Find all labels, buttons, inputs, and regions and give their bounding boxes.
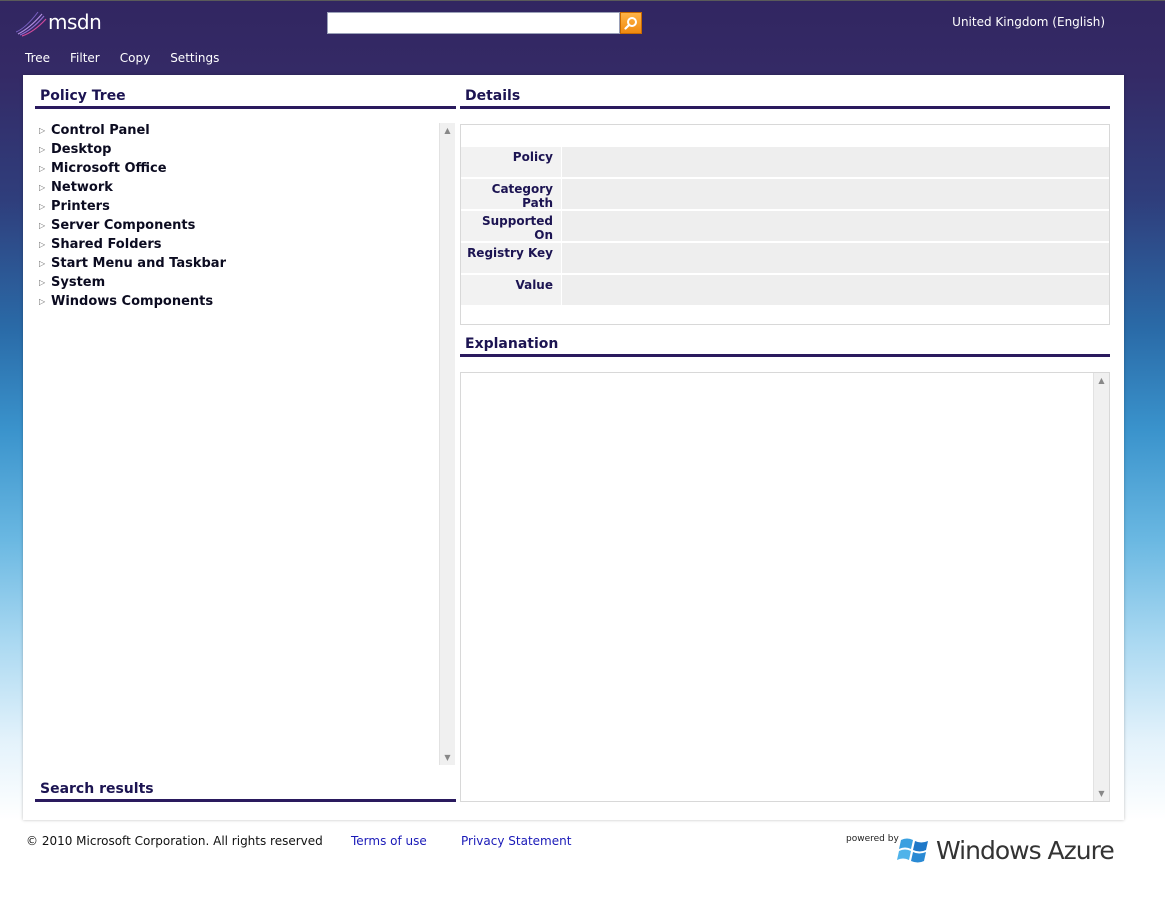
scroll-up-icon[interactable]: ▲ (440, 126, 455, 135)
explanation-title: Explanation (460, 336, 1110, 357)
logo-text: msdn (48, 10, 102, 34)
tree-item-label: System (51, 275, 106, 290)
windows-azure-text: Windows Azure (936, 836, 1115, 865)
detail-row-policy: Policy (461, 147, 1109, 177)
search-bar (327, 12, 642, 34)
tree-item-shared-folders[interactable]: ▷ Shared Folders (35, 237, 456, 256)
menu-item-tree[interactable]: Tree (25, 51, 50, 65)
detail-row-value: Value (461, 275, 1109, 305)
terms-of-use-link[interactable]: Terms of use (351, 834, 427, 848)
triangle-right-icon[interactable]: ▷ (39, 240, 45, 249)
triangle-right-icon[interactable]: ▷ (39, 259, 45, 268)
main-panel: Policy Tree ▷ Control Panel ▷ Desktop ▷ … (23, 75, 1124, 820)
detail-label: Category Path (461, 179, 561, 210)
tree-item-label: Shared Folders (51, 237, 162, 252)
tree-item-label: Start Menu and Taskbar (51, 256, 226, 271)
privacy-statement-link[interactable]: Privacy Statement (461, 834, 571, 848)
detail-value (562, 275, 1109, 305)
menu-item-copy[interactable]: Copy (120, 51, 150, 65)
msdn-logo[interactable]: msdn (16, 10, 106, 38)
triangle-right-icon[interactable]: ▷ (39, 278, 45, 287)
tree-item-label: Desktop (51, 142, 112, 157)
detail-value (562, 211, 1109, 241)
menu-item-filter[interactable]: Filter (70, 51, 100, 65)
detail-value (562, 243, 1109, 273)
tree-item-windows-components[interactable]: ▷ Windows Components (35, 294, 456, 313)
detail-label: Policy (461, 147, 561, 177)
copyright-text: © 2010 Microsoft Corporation. All rights… (26, 834, 323, 848)
detail-row-supported-on: Supported On (461, 211, 1109, 242)
locale-selector[interactable]: United Kingdom (English) (952, 15, 1105, 29)
menu-item-settings[interactable]: Settings (170, 51, 219, 65)
explanation-panel: ▲ ▼ (460, 372, 1110, 802)
tree-item-server-components[interactable]: ▷ Server Components (35, 218, 456, 237)
triangle-right-icon[interactable]: ▷ (39, 126, 45, 135)
triangle-right-icon[interactable]: ▷ (39, 164, 45, 173)
details-table: Policy Category Path Supported On Regist… (460, 124, 1110, 325)
policy-tree-title: Policy Tree (35, 88, 456, 109)
explanation-scrollbar[interactable]: ▲ ▼ (1093, 373, 1109, 801)
detail-label: Supported On (461, 211, 561, 242)
search-icon (624, 17, 637, 30)
tree-item-label: Printers (51, 199, 110, 214)
tree-item-start-menu-and-taskbar[interactable]: ▷ Start Menu and Taskbar (35, 256, 456, 275)
triangle-right-icon[interactable]: ▷ (39, 297, 45, 306)
tree-item-desktop[interactable]: ▷ Desktop (35, 142, 456, 161)
search-button[interactable] (620, 12, 642, 34)
explanation-text (461, 373, 1109, 385)
tree-item-label: Microsoft Office (51, 161, 167, 176)
tree-item-label: Windows Components (51, 294, 214, 309)
tree-item-control-panel[interactable]: ▷ Control Panel (35, 123, 456, 142)
detail-label: Value (461, 275, 561, 305)
search-input[interactable] (327, 12, 620, 34)
tree-scrollbar[interactable]: ▲ ▼ (439, 123, 455, 765)
scroll-up-icon[interactable]: ▲ (1094, 376, 1109, 385)
triangle-right-icon[interactable]: ▷ (39, 202, 45, 211)
powered-by-label: powered by (846, 834, 899, 844)
tree-item-printers[interactable]: ▷ Printers (35, 199, 456, 218)
triangle-right-icon[interactable]: ▷ (39, 221, 45, 230)
tree-item-label: Network (51, 180, 113, 195)
tree-item-system[interactable]: ▷ System (35, 275, 456, 294)
top-menu: Tree Filter Copy Settings (25, 51, 239, 65)
details-title: Details (460, 88, 1110, 109)
detail-row-category-path: Category Path (461, 179, 1109, 210)
scroll-down-icon[interactable]: ▼ (1094, 789, 1109, 798)
detail-row-registry-key: Registry Key (461, 243, 1109, 273)
scroll-down-icon[interactable]: ▼ (440, 753, 455, 762)
triangle-right-icon[interactable]: ▷ (39, 183, 45, 192)
windows-azure-badge[interactable]: powered by Windows Azure (846, 832, 1116, 868)
triangle-right-icon[interactable]: ▷ (39, 145, 45, 154)
msdn-logo-icon (16, 11, 47, 37)
search-results-title: Search results (35, 781, 456, 802)
windows-flag-icon (897, 838, 928, 863)
detail-value (562, 179, 1109, 209)
policy-tree: ▷ Control Panel ▷ Desktop ▷ Microsoft Of… (35, 123, 456, 765)
tree-item-label: Server Components (51, 218, 196, 233)
tree-item-network[interactable]: ▷ Network (35, 180, 456, 199)
top-border (0, 0, 1165, 1)
tree-item-label: Control Panel (51, 123, 150, 138)
detail-label: Registry Key (461, 243, 561, 273)
detail-value (562, 147, 1109, 177)
tree-item-microsoft-office[interactable]: ▷ Microsoft Office (35, 161, 456, 180)
